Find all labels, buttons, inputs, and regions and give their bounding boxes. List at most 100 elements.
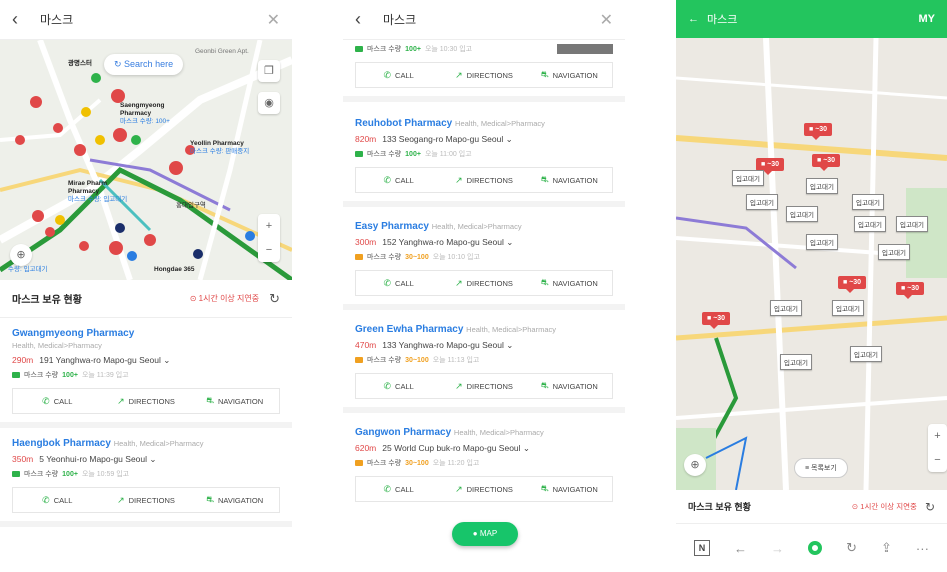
navigation-button[interactable]: ⛐ NAVIGATION	[527, 374, 612, 398]
action-bar: ✆ CALL ↗ DIRECTIONS ⛐ NAVIGATION	[355, 476, 613, 502]
screen-pharmacy-list: ‹ 마스크 ✕ 마스크 수량 100+ 오늘 10:30 입고 ✆ CALL ↗ D…	[343, 0, 625, 572]
call-button[interactable]: ✆ CALL	[13, 389, 102, 413]
waiting-marker[interactable]: 입고대기	[732, 170, 764, 186]
navigation-button[interactable]: ⛐ NAVIGATION	[527, 477, 612, 501]
compass-icon[interactable]: ⊕	[10, 244, 32, 266]
navigation-button[interactable]: ⛐ NAVIGATION	[527, 271, 612, 295]
directions-button[interactable]: ↗ DIRECTIONS	[441, 477, 526, 501]
waiting-marker[interactable]: 입고대기	[786, 206, 818, 222]
search-here-button[interactable]: ↻ Search here	[104, 54, 184, 75]
directions-button[interactable]: ↗ DIRECTIONS	[441, 271, 526, 295]
stock-marker[interactable]: ■ ~30	[838, 276, 867, 293]
map-toggle-button[interactable]: ● MAP	[452, 522, 518, 546]
call-button[interactable]: ✆ CALL	[13, 488, 102, 512]
call-button[interactable]: ✆ CALL	[356, 374, 441, 398]
share-icon[interactable]: ⇪	[881, 540, 892, 556]
my-button[interactable]: MY	[919, 13, 936, 25]
waiting-marker[interactable]: 입고대기	[770, 300, 802, 316]
call-button[interactable]: ✆ CALL	[356, 477, 441, 501]
pharmacy-name[interactable]: Haengbok Pharmacy Health, Medical>Pharma…	[12, 438, 280, 449]
stock-marker[interactable]: ■ ~30	[896, 282, 925, 299]
more-icon[interactable]: ···	[916, 541, 929, 556]
waiting-marker[interactable]: 입고대기	[854, 216, 886, 232]
map-view[interactable]: ↻ Search here ❐ ◉ + − ⊕ 광명스터 Geonbi Green…	[0, 40, 292, 280]
status-title: 마스크 보유 현황	[688, 502, 751, 512]
waiting-marker[interactable]: 입고대기	[852, 194, 884, 210]
stock-info: 마스크 수량 100+ 오늘 11:39 입고	[12, 370, 280, 380]
list-view-button[interactable]: ≡ 목록보기	[794, 458, 848, 478]
stock-info: 마스크 수량 100+ 오늘 10:59 입고	[12, 469, 280, 479]
navigation-button[interactable]: ⛐ NAVIGATION	[190, 488, 279, 512]
zoom-control[interactable]: + −	[928, 424, 947, 472]
pharmacy-address[interactable]: 820m 133 Seogang-ro Mapo-gu Seoul ⌄	[355, 134, 613, 145]
pharmacy-card: 마스크 수량 100+ 오늘 10:30 입고 ✆ CALL ↗ DIRECTION…	[343, 40, 625, 102]
navigation-button[interactable]: ⛐ NAVIGATION	[527, 168, 612, 192]
location-icon[interactable]: ◉	[258, 92, 280, 114]
waiting-marker[interactable]: 입고대기	[746, 194, 778, 210]
pharmacy-name[interactable]: Gangwon Pharmacy Health, Medical>Pharmac…	[355, 427, 613, 438]
directions-button[interactable]: ↗ DIRECTIONS	[441, 374, 526, 398]
waiting-marker[interactable]: 입고대기	[780, 354, 812, 370]
status-row: 마스크 보유 현황 ⊙ 1시간 이상 지연중 ↻	[0, 280, 292, 318]
back-icon[interactable]: ‹	[12, 9, 30, 30]
waiting-marker[interactable]: 입고대기	[850, 346, 882, 362]
zoom-control[interactable]: + −	[258, 214, 280, 262]
back-icon[interactable]: ‹	[355, 9, 373, 30]
back-arrow-icon[interactable]: ←	[688, 13, 699, 25]
call-button[interactable]: ✆ CALL	[356, 271, 441, 295]
map-view[interactable]: ■ ~30 ■ ~30 ■ ~30 ■ ~30 ■ ~30 ■ ~30 입고대기…	[676, 38, 947, 490]
forward-icon[interactable]: →	[771, 541, 784, 556]
refresh-icon[interactable]: ↻	[925, 500, 935, 514]
close-icon[interactable]: ✕	[600, 10, 613, 30]
back-icon[interactable]: ←	[734, 541, 747, 556]
action-bar: ✆ CALL ↗ DIRECTIONS ⛐ NAVIGATION	[355, 373, 613, 399]
navigation-icon: ⛐	[540, 380, 549, 390]
close-icon[interactable]: ✕	[267, 10, 280, 30]
call-button[interactable]: ✆ CALL	[356, 63, 441, 87]
pharmacy-name[interactable]: Gwangmyeong Pharmacy	[12, 328, 280, 339]
directions-button[interactable]: ↗ DIRECTIONS	[441, 168, 526, 192]
navigation-icon: ⛐	[540, 483, 549, 493]
directions-button[interactable]: ↗ DIRECTIONS	[441, 63, 526, 87]
status-title: 마스크 보유 현황	[12, 295, 82, 306]
directions-icon: ↗	[455, 174, 463, 185]
stock-dot-icon	[355, 460, 363, 466]
layers-icon[interactable]: ❐	[258, 60, 280, 82]
refresh-icon[interactable]: ↻	[269, 291, 280, 307]
stock-marker[interactable]: ■ ~30	[812, 154, 841, 171]
waiting-marker[interactable]: 입고대기	[832, 300, 864, 316]
pharmacy-name[interactable]: Green Ewha Pharmacy Health, Medical>Phar…	[355, 324, 613, 335]
call-button[interactable]: ✆ CALL	[356, 168, 441, 192]
pharmacy-address[interactable]: 470m 133 Yanghwa-ro Mapo-gu Seoul ⌄	[355, 340, 613, 351]
directions-button[interactable]: ↗ DIRECTIONS	[102, 389, 191, 413]
waiting-marker[interactable]: 입고대기	[806, 178, 838, 194]
naver-icon[interactable]: N	[694, 540, 710, 556]
pharmacy-name[interactable]: Easy Pharmacy Health, Medical>Pharmacy	[355, 221, 613, 232]
waiting-marker[interactable]: 입고대기	[878, 244, 910, 260]
pharmacy-address[interactable]: 350m 5 Yeonhui-ro Mapo-gu Seoul ⌄	[12, 454, 280, 465]
stock-marker[interactable]: ■ ~30	[804, 123, 833, 140]
stock-marker[interactable]: ■ ~30	[702, 312, 731, 329]
waiting-marker[interactable]: 입고대기	[806, 234, 838, 250]
compass-icon[interactable]: ⊕	[684, 454, 706, 476]
stock-dot-icon	[355, 151, 363, 157]
home-icon[interactable]	[808, 541, 823, 555]
pharmacy-address[interactable]: 300m 152 Yanghwa-ro Mapo-gu Seoul ⌄	[355, 237, 613, 248]
waiting-marker[interactable]: 입고대기	[896, 216, 928, 232]
navigation-button[interactable]: ⛐ NAVIGATION	[527, 63, 612, 87]
phone-icon: ✆	[42, 395, 50, 406]
pharmacy-category: Health, Medical>Pharmacy	[12, 341, 102, 350]
stock-info: 마스크 수량 30~100 오늘 11:20 입고	[355, 458, 613, 468]
directions-button[interactable]: ↗ DIRECTIONS	[102, 488, 191, 512]
pharmacy-address[interactable]: 290m 191 Yanghwa-ro Mapo-gu Seoul ⌄	[12, 355, 280, 366]
delay-notice: ⊙ 1시간 이상 지연중	[189, 294, 260, 303]
navigation-button[interactable]: ⛐ NAVIGATION	[190, 389, 279, 413]
reload-icon[interactable]: ↻	[846, 540, 857, 556]
phone-icon: ✆	[383, 69, 392, 80]
delay-notice: ⊙ 1시간 이상 지연중	[851, 502, 917, 511]
pharmacy-address[interactable]: 620m 25 World Cup buk-ro Mapo-gu Seoul ⌄	[355, 443, 613, 454]
phone-icon: ✆	[383, 483, 392, 494]
pharmacy-name[interactable]: Reuhobot Pharmacy Health, Medical>Pharma…	[355, 118, 613, 129]
directions-icon: ↗	[117, 395, 125, 406]
phone-icon: ✆	[383, 174, 392, 185]
